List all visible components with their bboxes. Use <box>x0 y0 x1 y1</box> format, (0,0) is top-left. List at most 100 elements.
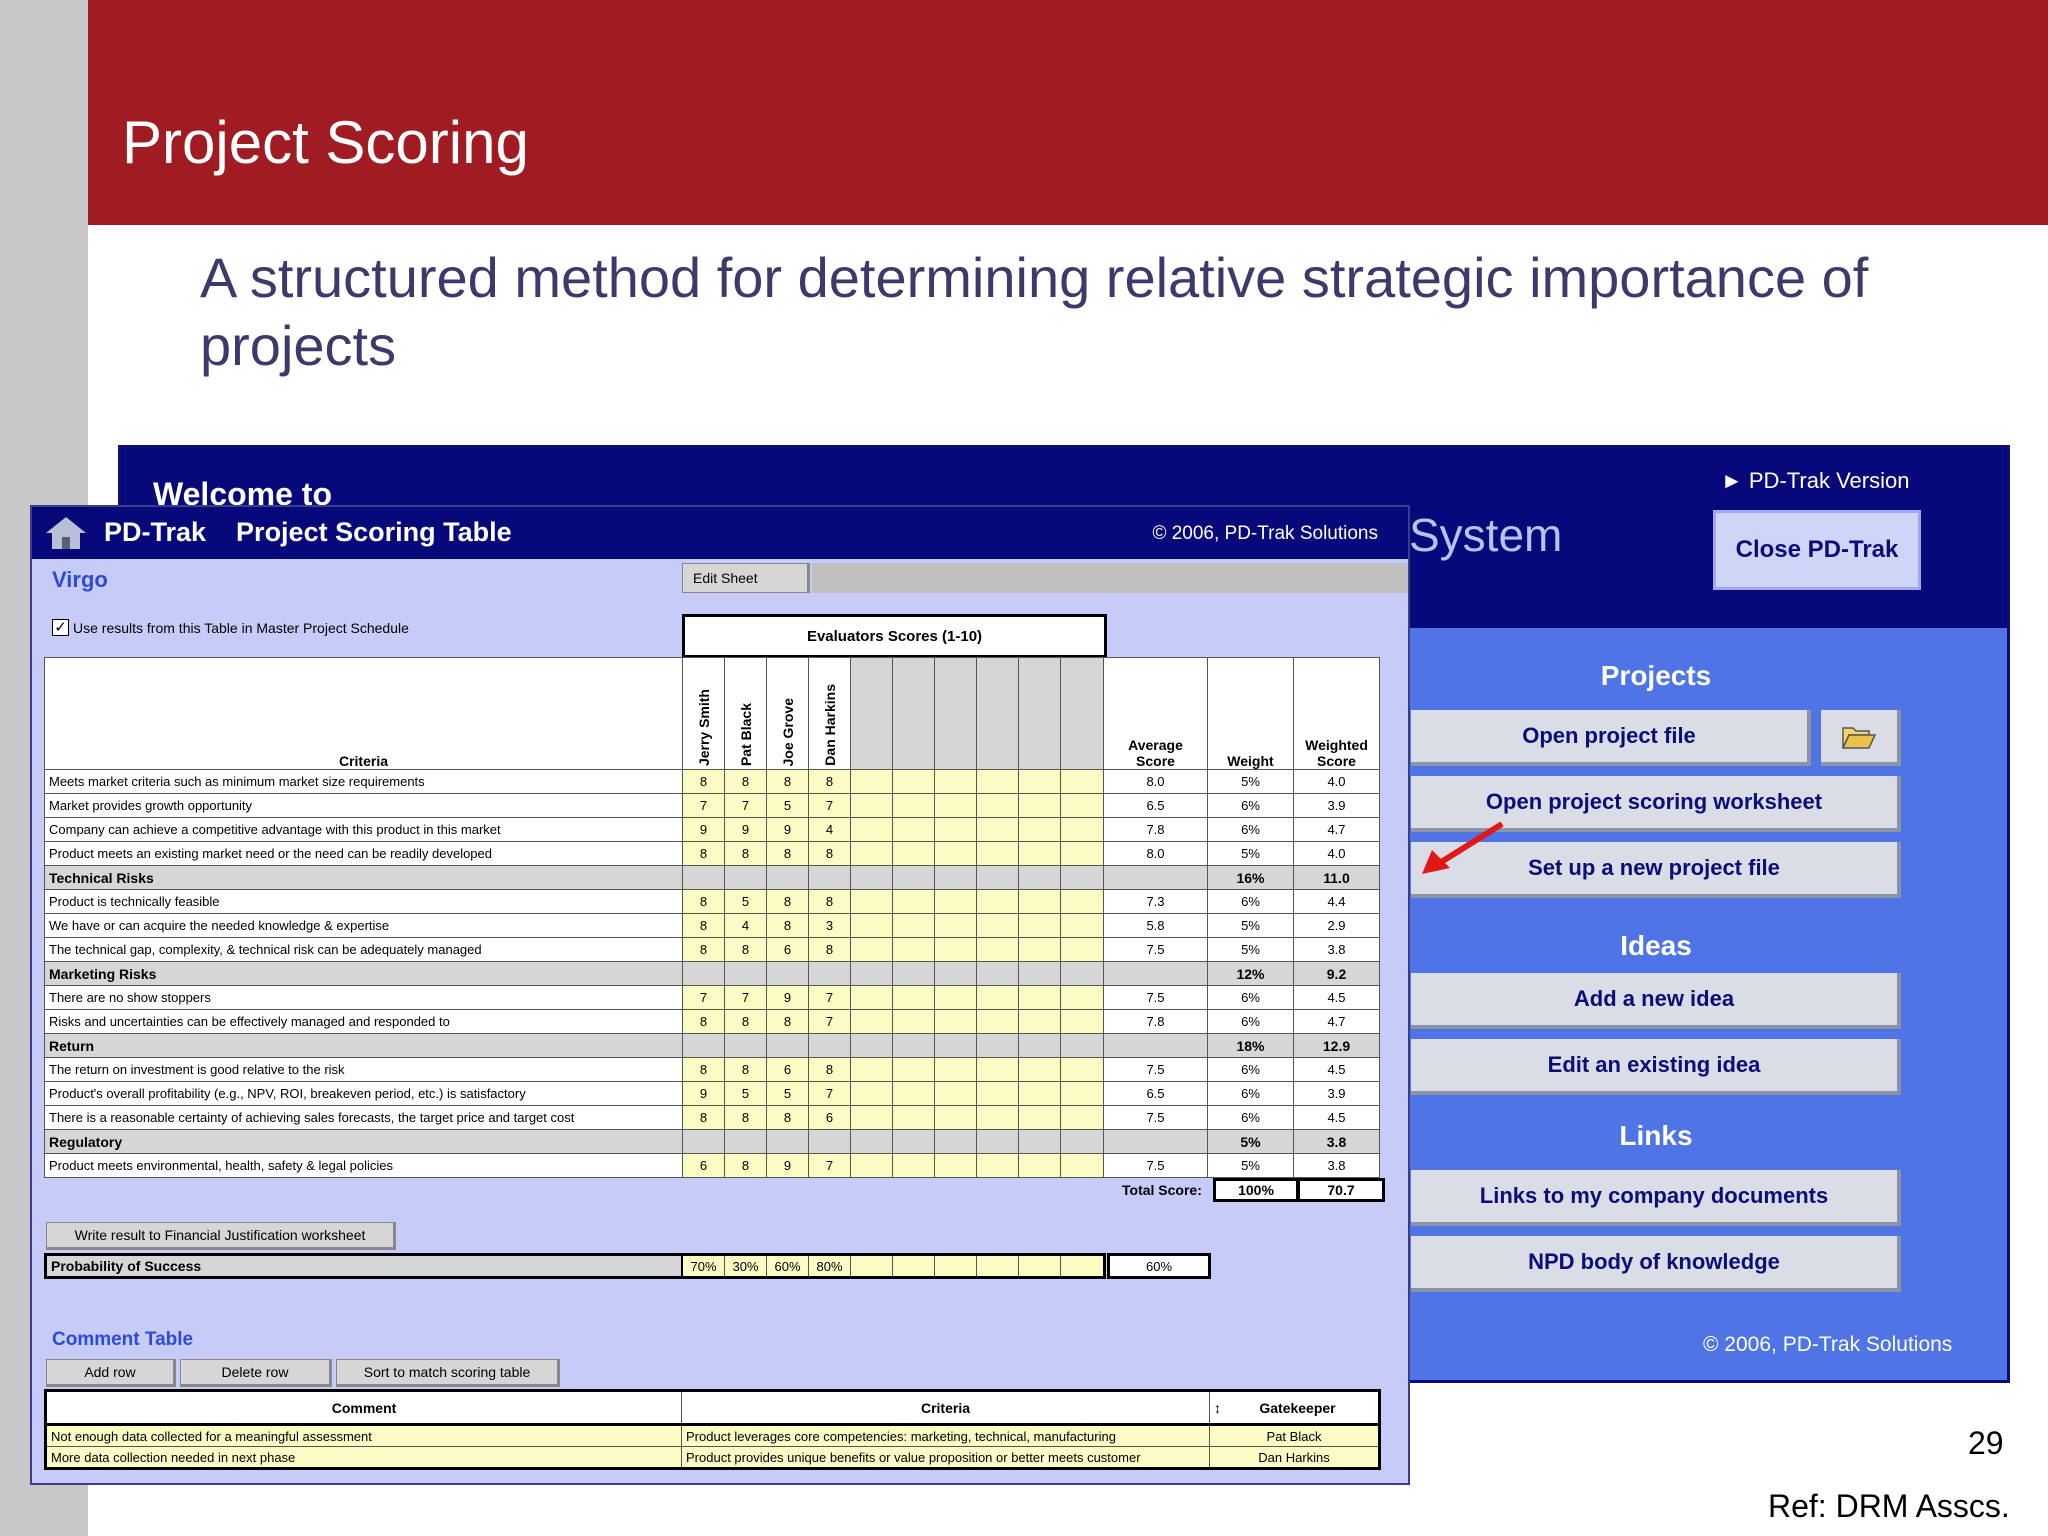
empty-score-cell[interactable] <box>976 865 1019 890</box>
score-cell[interactable]: 8 <box>682 1105 725 1130</box>
empty-score-cell[interactable] <box>934 1081 977 1106</box>
probability-cell[interactable]: 70% <box>683 1256 725 1276</box>
npd-knowledge-button[interactable]: NPD body of knowledge <box>1411 1236 1901 1292</box>
empty-score-cell[interactable] <box>892 985 935 1010</box>
use-results-row[interactable]: ✓ Use results from this Table in Master … <box>52 619 409 636</box>
weight-cell[interactable]: 5% <box>1207 1153 1294 1178</box>
empty-score-cell[interactable] <box>850 1009 893 1034</box>
empty-score-cell[interactable] <box>892 937 935 962</box>
empty-score-cell[interactable] <box>976 1129 1019 1154</box>
empty-score-cell[interactable] <box>1018 1033 1061 1058</box>
score-cell[interactable]: 7 <box>682 793 725 818</box>
empty-score-cell[interactable] <box>976 913 1019 938</box>
gatekeeper-cell[interactable]: Pat Black <box>1209 1424 1380 1447</box>
score-cell[interactable]: 8 <box>724 769 767 794</box>
empty-score-cell[interactable] <box>850 889 893 914</box>
comment-cell[interactable]: More data collection needed in next phas… <box>45 1446 682 1469</box>
probability-cell[interactable]: 80% <box>809 1256 851 1276</box>
empty-score-cell[interactable] <box>1060 1009 1104 1034</box>
probability-cell[interactable]: 60% <box>767 1256 809 1276</box>
empty-score-cell[interactable] <box>850 793 893 818</box>
score-cell[interactable]: 5 <box>766 1081 809 1106</box>
score-cell[interactable] <box>808 961 851 986</box>
score-cell[interactable]: 8 <box>808 841 851 866</box>
score-cell[interactable]: 8 <box>766 1105 809 1130</box>
empty-score-cell[interactable] <box>1018 1057 1061 1082</box>
score-cell[interactable]: 8 <box>808 937 851 962</box>
empty-score-cell[interactable] <box>976 793 1019 818</box>
empty-score-cell[interactable] <box>892 1105 935 1130</box>
score-cell[interactable] <box>724 1033 767 1058</box>
empty-score-cell[interactable] <box>934 769 977 794</box>
score-cell[interactable]: 5 <box>766 793 809 818</box>
score-cell[interactable] <box>724 865 767 890</box>
empty-score-cell[interactable] <box>976 961 1019 986</box>
weight-cell[interactable]: 5% <box>1207 937 1294 962</box>
score-cell[interactable]: 8 <box>682 1057 725 1082</box>
score-cell[interactable]: 6 <box>682 1153 725 1178</box>
empty-score-cell[interactable] <box>1018 1153 1061 1178</box>
empty-score-cell[interactable] <box>976 889 1019 914</box>
empty-score-cell[interactable] <box>976 937 1019 962</box>
edit-sheet-button[interactable]: Edit Sheet <box>682 563 810 593</box>
score-cell[interactable]: 4 <box>808 817 851 842</box>
empty-score-cell[interactable] <box>934 1033 977 1058</box>
score-cell[interactable]: 7 <box>808 793 851 818</box>
score-cell[interactable]: 9 <box>682 817 725 842</box>
score-cell[interactable]: 9 <box>766 985 809 1010</box>
score-cell[interactable] <box>682 1033 725 1058</box>
score-cell[interactable]: 8 <box>724 841 767 866</box>
home-icon[interactable] <box>44 515 88 551</box>
empty-score-cell[interactable] <box>1018 985 1061 1010</box>
empty-score-cell[interactable] <box>892 961 935 986</box>
empty-score-cell[interactable] <box>976 1057 1019 1082</box>
empty-score-cell[interactable] <box>976 1033 1019 1058</box>
score-cell[interactable] <box>724 961 767 986</box>
score-cell[interactable]: 8 <box>766 841 809 866</box>
empty-score-cell[interactable] <box>1018 841 1061 866</box>
score-cell[interactable]: 6 <box>808 1105 851 1130</box>
score-cell[interactable]: 8 <box>808 769 851 794</box>
empty-score-cell[interactable] <box>934 1057 977 1082</box>
empty-score-cell[interactable] <box>1060 913 1104 938</box>
empty-score-cell[interactable] <box>850 865 893 890</box>
empty-score-cell[interactable] <box>892 889 935 914</box>
empty-score-cell[interactable] <box>1060 865 1104 890</box>
score-cell[interactable]: 9 <box>766 817 809 842</box>
empty-score-cell[interactable] <box>892 1033 935 1058</box>
empty-score-cell[interactable] <box>892 913 935 938</box>
score-cell[interactable]: 8 <box>682 841 725 866</box>
score-cell[interactable] <box>808 1033 851 1058</box>
empty-score-cell[interactable] <box>1060 1153 1104 1178</box>
score-cell[interactable]: 9 <box>724 817 767 842</box>
empty-score-cell[interactable] <box>850 1105 893 1130</box>
company-documents-button[interactable]: Links to my company documents <box>1411 1170 1901 1226</box>
write-result-button[interactable]: Write result to Financial Justification … <box>46 1222 396 1250</box>
empty-score-cell[interactable] <box>934 913 977 938</box>
empty-score-cell[interactable] <box>892 817 935 842</box>
score-cell[interactable]: 6 <box>766 937 809 962</box>
probability-cell-empty[interactable] <box>851 1256 893 1276</box>
probability-cell-empty[interactable] <box>935 1256 977 1276</box>
empty-score-cell[interactable] <box>1060 769 1104 794</box>
score-cell[interactable] <box>682 961 725 986</box>
empty-score-cell[interactable] <box>976 817 1019 842</box>
empty-score-cell[interactable] <box>1018 889 1061 914</box>
score-cell[interactable]: 8 <box>808 889 851 914</box>
probability-cell-empty[interactable] <box>977 1256 1019 1276</box>
score-cell[interactable]: 7 <box>808 1153 851 1178</box>
sort-arrows-icon[interactable]: ↕ <box>1214 1400 1221 1416</box>
sort-comments-button[interactable]: Sort to match scoring table <box>336 1359 560 1387</box>
score-cell[interactable]: 5 <box>724 1081 767 1106</box>
score-cell[interactable]: 9 <box>766 1153 809 1178</box>
score-cell[interactable]: 7 <box>808 1009 851 1034</box>
score-cell[interactable]: 8 <box>766 1009 809 1034</box>
empty-score-cell[interactable] <box>850 1153 893 1178</box>
empty-score-cell[interactable] <box>1018 793 1061 818</box>
use-results-checkbox[interactable]: ✓ <box>52 619 69 636</box>
empty-score-cell[interactable] <box>976 1081 1019 1106</box>
empty-score-cell[interactable] <box>934 1129 977 1154</box>
empty-score-cell[interactable] <box>1018 1105 1061 1130</box>
add-row-button[interactable]: Add row <box>46 1359 176 1387</box>
empty-score-cell[interactable] <box>1060 985 1104 1010</box>
